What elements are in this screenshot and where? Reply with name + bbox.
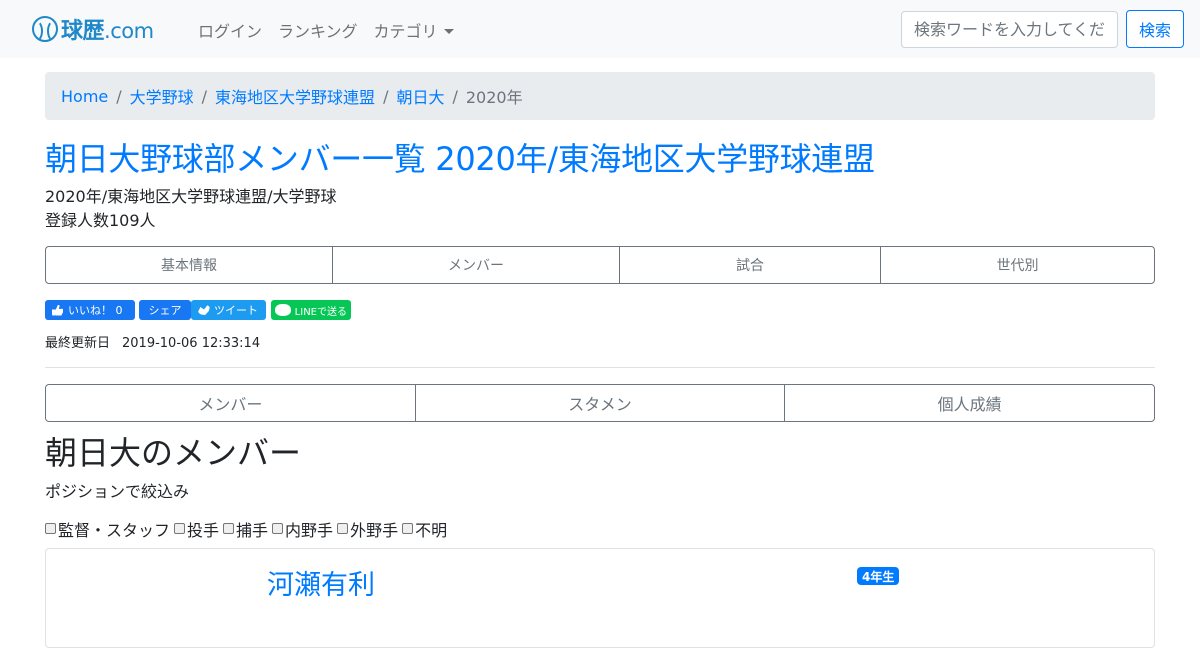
- filter-infielder-label: 内野手: [285, 521, 334, 540]
- twitter-bird-icon: [198, 305, 210, 315]
- nav-links: ログイン ランキング カテゴリ: [198, 18, 470, 42]
- breadcrumb-separator: /: [201, 86, 208, 106]
- search-button[interactable]: 検索: [1126, 10, 1184, 48]
- nav-login[interactable]: ログイン: [198, 18, 262, 42]
- tweet-label: ツイート: [214, 304, 258, 317]
- tab-member-list[interactable]: メンバー: [46, 385, 416, 421]
- filter-unknown[interactable]: 不明: [402, 517, 447, 541]
- member-count: 登録人数109人: [45, 211, 156, 230]
- breadcrumb-home[interactable]: Home: [61, 87, 108, 106]
- tab-members[interactable]: メンバー: [333, 247, 620, 283]
- page-title: 朝日大野球部メンバー一覧 2020年/東海地区大学野球連盟: [45, 140, 875, 178]
- filter-staff-label: 監督・スタッフ: [58, 521, 171, 540]
- site-logo[interactable]: 球歴.com: [32, 14, 154, 44]
- facebook-share-button[interactable]: シェア: [139, 300, 191, 320]
- unknown-checkbox[interactable]: [402, 522, 414, 534]
- line-label: LINEで送る: [294, 306, 347, 318]
- line-icon: [275, 304, 291, 316]
- baseball-icon: [32, 16, 58, 42]
- breadcrumb-current: 2020年: [465, 88, 523, 107]
- thumbs-up-icon: [52, 304, 63, 316]
- tweet-button[interactable]: ツイート: [191, 300, 266, 320]
- breadcrumb: Home / 大学野球 / 東海地区大学野球連盟 / 朝日大 / 2020年: [45, 72, 1155, 120]
- search-input[interactable]: [901, 11, 1118, 48]
- filter-unknown-label: 不明: [415, 521, 448, 540]
- nav-category-dropdown[interactable]: カテゴリ: [374, 18, 454, 42]
- navbar: 球歴.com ログイン ランキング カテゴリ 検索: [0, 0, 1200, 58]
- caret-down-icon: [443, 29, 454, 34]
- filter-staff[interactable]: 監督・スタッフ: [45, 517, 170, 541]
- team-section-tabs: 基本情報 メンバー 試合 世代別: [45, 246, 1155, 284]
- breadcrumb-team[interactable]: 朝日大: [396, 84, 444, 108]
- last-updated-label: 最終更新日: [45, 336, 111, 351]
- filter-pitcher-label: 投手: [187, 521, 220, 540]
- members-section-title: 朝日大のメンバー: [45, 434, 302, 472]
- breadcrumb-separator: /: [116, 86, 122, 106]
- filter-pitcher[interactable]: 投手: [174, 517, 219, 541]
- filter-outfielder-label: 外野手: [350, 521, 399, 540]
- outfielder-checkbox[interactable]: [337, 522, 349, 534]
- last-updated: 最終更新日 2019-10-06 12:33:14: [45, 332, 260, 351]
- line-send-button[interactable]: LINEで送る: [271, 300, 351, 320]
- tab-games[interactable]: 試合: [620, 247, 881, 283]
- brand-main: 球歴: [61, 19, 105, 44]
- tab-generation[interactable]: 世代別: [881, 247, 1154, 283]
- position-filters: 監督・スタッフ 投手 捕手 内野手 外野手 不明: [45, 517, 451, 541]
- player-name-link[interactable]: 河瀬有利: [267, 563, 375, 602]
- divider: [45, 367, 1155, 368]
- last-updated-value: 2019-10-06 12:33:14: [122, 336, 261, 351]
- breadcrumb-league[interactable]: 東海地区大学野球連盟: [215, 84, 375, 108]
- infielder-checkbox[interactable]: [272, 522, 284, 534]
- facebook-like-button[interactable]: いいね！ 0: [45, 300, 135, 320]
- tab-starting-lineup[interactable]: スタメン: [416, 385, 786, 421]
- breadcrumb-separator: /: [383, 86, 389, 106]
- position-filter-label: ポジションで絞込み: [45, 482, 190, 501]
- grade-badge: 4年生: [857, 567, 900, 585]
- breadcrumb-separator: /: [452, 86, 458, 106]
- filter-catcher-label: 捕手: [236, 521, 269, 540]
- social-buttons: いいね！ 0 シェア ツイート LINEで送る: [45, 300, 351, 320]
- pitcher-checkbox[interactable]: [174, 522, 186, 534]
- player-card: 河瀬有利 4年生: [45, 548, 1155, 648]
- catcher-checkbox[interactable]: [223, 522, 235, 534]
- tab-individual-stats[interactable]: 個人成績: [785, 385, 1154, 421]
- filter-outfielder[interactable]: 外野手: [337, 517, 398, 541]
- breadcrumb-college-baseball[interactable]: 大学野球: [130, 84, 194, 108]
- staff-checkbox[interactable]: [45, 522, 56, 534]
- brand-name: 球歴.com: [61, 13, 154, 45]
- like-label: いいね！ 0: [68, 304, 123, 317]
- filter-infielder[interactable]: 内野手: [272, 517, 333, 541]
- tab-basic-info[interactable]: 基本情報: [46, 247, 333, 283]
- page-subtitle: 2020年/東海地区大学野球連盟/大学野球: [45, 187, 337, 206]
- brand-suffix: .com: [104, 19, 154, 43]
- filter-catcher[interactable]: 捕手: [223, 517, 268, 541]
- member-view-tabs: メンバー スタメン 個人成績: [45, 384, 1155, 422]
- nav-category-label: カテゴリ: [373, 22, 438, 41]
- nav-ranking[interactable]: ランキング: [278, 18, 358, 42]
